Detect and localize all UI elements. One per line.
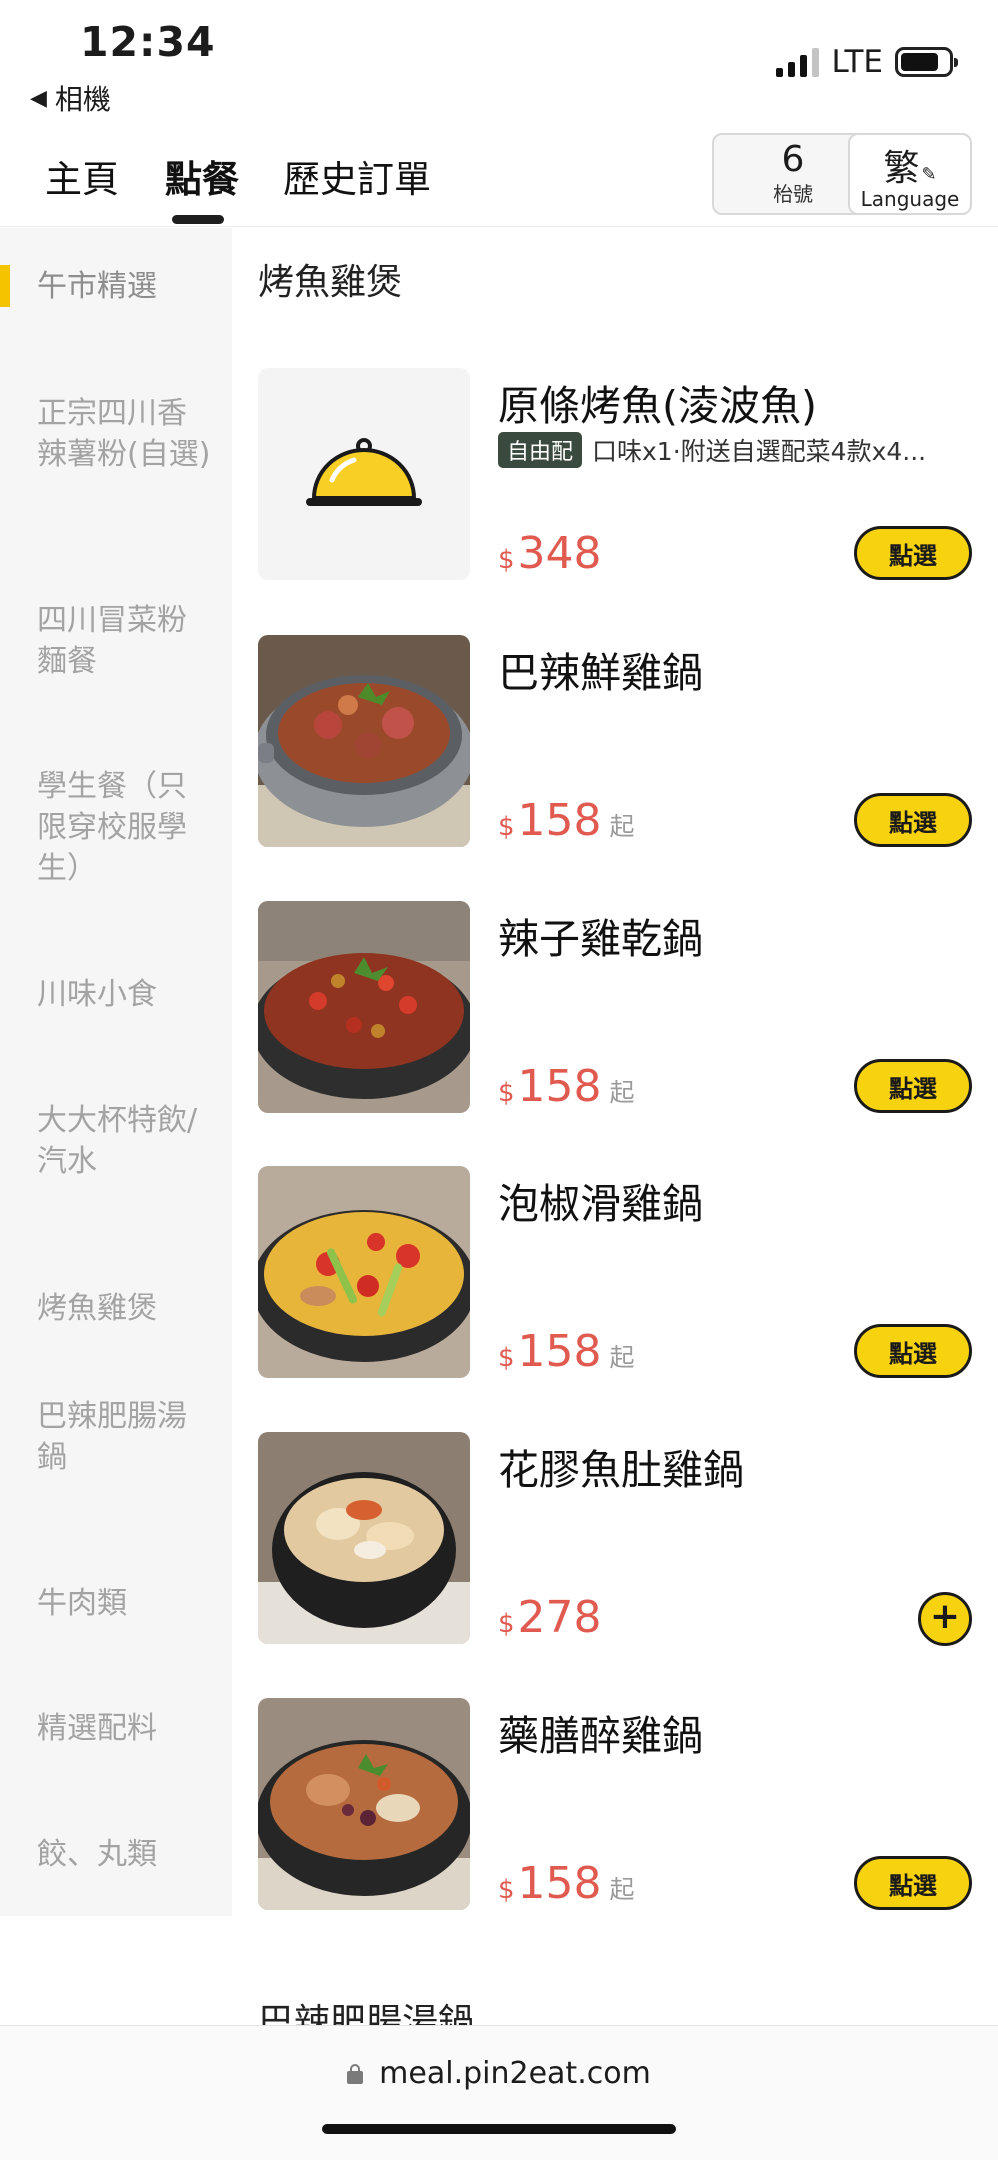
item-price: $ 158 起 bbox=[498, 1858, 635, 1909]
active-tab-indicator bbox=[172, 215, 224, 224]
price-from-label: 起 bbox=[609, 1343, 635, 1372]
sidebar-item-student-meal[interactable]: 學生餐（只限穿校服學生） bbox=[0, 766, 232, 889]
browser-url-bar[interactable]: meal.pin2eat.com bbox=[0, 2025, 998, 2160]
tab-order[interactable]: 點餐 bbox=[165, 149, 239, 203]
url-text: meal.pin2eat.com bbox=[379, 2056, 651, 2091]
select-button[interactable]: 點選 bbox=[854, 793, 972, 847]
tab-home[interactable]: 主頁 bbox=[45, 149, 119, 203]
price-currency: $ bbox=[498, 1343, 515, 1373]
dish-photo bbox=[258, 901, 470, 1113]
sidebar-item-sichuan-snacks[interactable]: 川味小食 bbox=[0, 974, 232, 1015]
price-value: 348 bbox=[517, 528, 602, 579]
section-title: 烤魚雞煲 bbox=[258, 262, 403, 303]
item-name: 巴辣鮮雞鍋 bbox=[498, 649, 703, 697]
select-button[interactable]: 點選 bbox=[854, 1324, 972, 1378]
language-button[interactable]: 繁 ✎ Language bbox=[848, 133, 972, 215]
status-bar: 12:34 ◀ 相機 LTE bbox=[0, 0, 998, 125]
status-time: 12:34 bbox=[80, 18, 216, 66]
status-indicators: LTE bbox=[776, 44, 958, 80]
menu-list: 烤魚雞煲 原條烤魚(淩波魚) 自由配 口味x1·附送自選配菜4款x4... $ … bbox=[232, 228, 998, 2043]
item-name: 原條烤魚(淩波魚) bbox=[498, 382, 817, 430]
language-current: 繁 bbox=[883, 148, 920, 189]
menu-item[interactable]: 巴辣鮮雞鍋 $ 158 起 點選 bbox=[258, 635, 972, 847]
dish-photo bbox=[258, 1698, 470, 1910]
price-value: 158 bbox=[517, 1061, 602, 1112]
category-sidebar: 午市精選 正宗四川香辣薯粉(自選) 四川冒菜粉麵餐 學生餐（只限穿校服學生） 川… bbox=[0, 228, 232, 1916]
menu-item[interactable]: 原條烤魚(淩波魚) 自由配 口味x1·附送自選配菜4款x4... $ 348 點… bbox=[258, 368, 972, 580]
back-to-app-link[interactable]: ◀ 相機 bbox=[30, 78, 111, 118]
price-value: 278 bbox=[517, 1592, 602, 1643]
home-indicator[interactable] bbox=[322, 2124, 676, 2134]
sidebar-item-intestine-soup-pot[interactable]: 巴辣肥腸湯鍋 bbox=[0, 1396, 232, 1478]
signal-strength-icon bbox=[776, 47, 820, 77]
dish-cover-icon bbox=[258, 368, 470, 580]
network-type: LTE bbox=[831, 44, 883, 80]
item-name: 花膠魚肚雞鍋 bbox=[498, 1446, 744, 1494]
item-subline: 自由配 口味x1·附送自選配菜4款x4... bbox=[498, 432, 972, 468]
menu-item[interactable]: 藥膳醉雞鍋 $ 158 起 點選 bbox=[258, 1698, 972, 1910]
sidebar-item-toppings[interactable]: 精選配料 bbox=[0, 1708, 232, 1749]
sidebar-item-grilled-fish-chicken-pot[interactable]: 烤魚雞煲 bbox=[0, 1288, 232, 1329]
price-currency: $ bbox=[498, 812, 515, 842]
item-price: $ 278 bbox=[498, 1592, 602, 1643]
item-description: 口味x1·附送自選配菜4款x4... bbox=[592, 437, 927, 466]
price-value: 158 bbox=[517, 795, 602, 846]
sidebar-item-sichuan-noodles[interactable]: 正宗四川香辣薯粉(自選) bbox=[0, 393, 232, 475]
menu-item[interactable]: 泡椒滑雞鍋 $ 158 起 點選 bbox=[258, 1166, 972, 1378]
price-currency: $ bbox=[498, 1875, 515, 1905]
menu-item[interactable]: 辣子雞乾鍋 $ 158 起 點選 bbox=[258, 901, 972, 1113]
price-from-label: 起 bbox=[609, 812, 635, 841]
language-label: Language bbox=[860, 187, 960, 211]
sidebar-item-drinks[interactable]: 大大杯特飲/汽水 bbox=[0, 1100, 232, 1182]
sidebar-item-maocai-noodle-set[interactable]: 四川冒菜粉麵餐 bbox=[0, 600, 232, 682]
sidebar-item-beef[interactable]: 牛肉類 bbox=[0, 1583, 232, 1624]
price-currency: $ bbox=[498, 1078, 515, 1108]
price-value: 158 bbox=[517, 1326, 602, 1377]
sidebar-item-dumplings-balls[interactable]: 餃、丸類 bbox=[0, 1834, 232, 1875]
price-currency: $ bbox=[498, 545, 515, 575]
price-from-label: 起 bbox=[609, 1875, 635, 1904]
item-name: 藥膳醉雞鍋 bbox=[498, 1712, 703, 1760]
back-app-label: 相機 bbox=[54, 83, 111, 116]
item-tag: 自由配 bbox=[498, 432, 583, 468]
back-triangle-icon: ◀ bbox=[30, 85, 47, 111]
battery-icon bbox=[895, 47, 958, 77]
price-from-label: 起 bbox=[609, 1078, 635, 1107]
dish-photo bbox=[258, 1166, 470, 1378]
pencil-icon: ✎ bbox=[921, 164, 937, 185]
item-price: $ 158 起 bbox=[498, 1326, 635, 1377]
top-navigation: 主頁 點餐 歷史訂單 6 枱號 繁 ✎ Language bbox=[0, 125, 998, 227]
select-button[interactable]: 點選 bbox=[854, 526, 972, 580]
item-name: 辣子雞乾鍋 bbox=[498, 915, 703, 963]
select-button[interactable]: 點選 bbox=[854, 1059, 972, 1113]
dish-photo bbox=[258, 635, 470, 847]
tab-order-history[interactable]: 歷史訂單 bbox=[283, 149, 431, 203]
sidebar-item-lunch-specials[interactable]: 午市精選 bbox=[0, 266, 232, 307]
price-currency: $ bbox=[498, 1609, 515, 1639]
dish-photo bbox=[258, 1432, 470, 1644]
lock-icon bbox=[347, 2063, 364, 2084]
item-price: $ 158 起 bbox=[498, 1061, 635, 1112]
item-price: $ 348 bbox=[498, 528, 602, 579]
menu-item[interactable]: 花膠魚肚雞鍋 $ 278 + bbox=[258, 1432, 972, 1646]
price-value: 158 bbox=[517, 1858, 602, 1909]
select-button[interactable]: 點選 bbox=[854, 1856, 972, 1910]
item-name: 泡椒滑雞鍋 bbox=[498, 1180, 703, 1228]
add-plus-icon[interactable]: + bbox=[918, 1592, 972, 1646]
item-price: $ 158 起 bbox=[498, 795, 635, 846]
